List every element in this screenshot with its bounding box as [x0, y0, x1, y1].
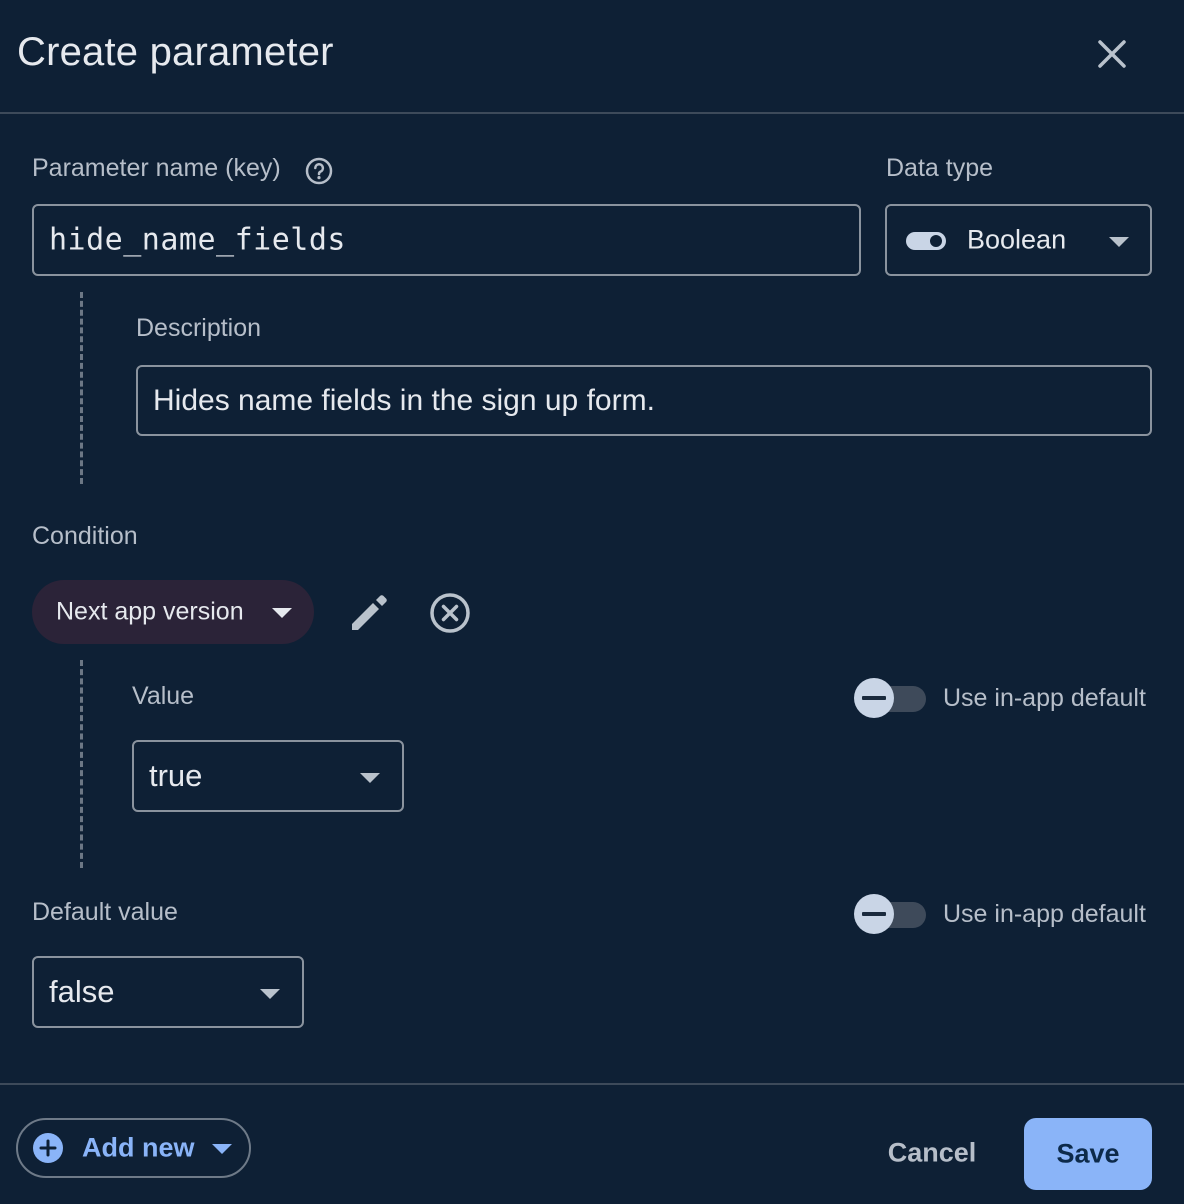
- add-circle-icon: [33, 1133, 63, 1163]
- condition-in-app-default-toggle[interactable]: [854, 676, 928, 720]
- toggle-thumb: [854, 894, 894, 934]
- cancel-circle-icon: [430, 593, 470, 633]
- minus-icon: [862, 912, 886, 916]
- data-type-label: Data type: [886, 154, 994, 182]
- description-label: Description: [136, 314, 262, 342]
- condition-chip[interactable]: Next app version: [32, 580, 314, 644]
- parameter-name-value: hide_name_fields: [49, 222, 346, 258]
- create-parameter-dialog: Create parameter Parameter name (key) Da…: [0, 0, 1184, 1204]
- parameter-name-input[interactable]: hide_name_fields: [32, 204, 861, 276]
- help-circle-icon[interactable]: [304, 156, 334, 186]
- chevron-down-icon: [1109, 237, 1129, 247]
- chevron-down-icon: [272, 608, 292, 618]
- condition-value-label: Value: [132, 682, 195, 710]
- dialog-title: Create parameter: [17, 30, 334, 74]
- add-new-button[interactable]: Add new: [16, 1118, 251, 1178]
- condition-indent-line: [80, 660, 83, 868]
- toggle-thumb: [854, 678, 894, 718]
- toggle-icon: [906, 232, 946, 250]
- chevron-down-icon: [260, 989, 280, 999]
- condition-value-select[interactable]: true: [132, 740, 404, 812]
- condition-chip-label: Next app version: [56, 597, 244, 626]
- chevron-down-icon: [212, 1144, 232, 1154]
- condition-label: Condition: [32, 522, 138, 550]
- default-in-app-default-toggle[interactable]: [854, 892, 928, 936]
- close-button[interactable]: [1088, 30, 1136, 78]
- cancel-label: Cancel: [887, 1137, 977, 1168]
- default-in-app-default-label: Use in-app default: [943, 900, 1146, 928]
- default-value-label: Default value: [32, 898, 178, 926]
- condition-in-app-default-label: Use in-app default: [943, 684, 1146, 712]
- edit-condition-button[interactable]: [346, 590, 392, 636]
- data-type-select[interactable]: Boolean: [885, 204, 1152, 276]
- minus-icon: [862, 696, 886, 700]
- default-value-select[interactable]: false: [32, 956, 304, 1028]
- condition-value-selected: true: [149, 758, 203, 793]
- save-button[interactable]: Save: [1024, 1118, 1152, 1190]
- data-type-value: Boolean: [967, 224, 1067, 255]
- dialog-header: Create parameter: [0, 0, 1184, 114]
- parameter-name-label: Parameter name (key): [32, 154, 281, 182]
- description-input[interactable]: Hides name fields in the sign up form.: [136, 365, 1152, 436]
- add-new-label: Add new: [82, 1132, 195, 1163]
- close-icon: [1098, 40, 1126, 68]
- default-value-selected: false: [49, 974, 115, 1009]
- chevron-down-icon: [360, 773, 380, 783]
- cancel-button[interactable]: Cancel: [870, 1122, 994, 1184]
- remove-condition-button[interactable]: [426, 589, 474, 637]
- description-value: Hides name fields in the sign up form.: [153, 383, 655, 417]
- pencil-icon: [352, 595, 387, 630]
- save-label: Save: [1056, 1138, 1120, 1169]
- description-indent-line: [80, 292, 83, 484]
